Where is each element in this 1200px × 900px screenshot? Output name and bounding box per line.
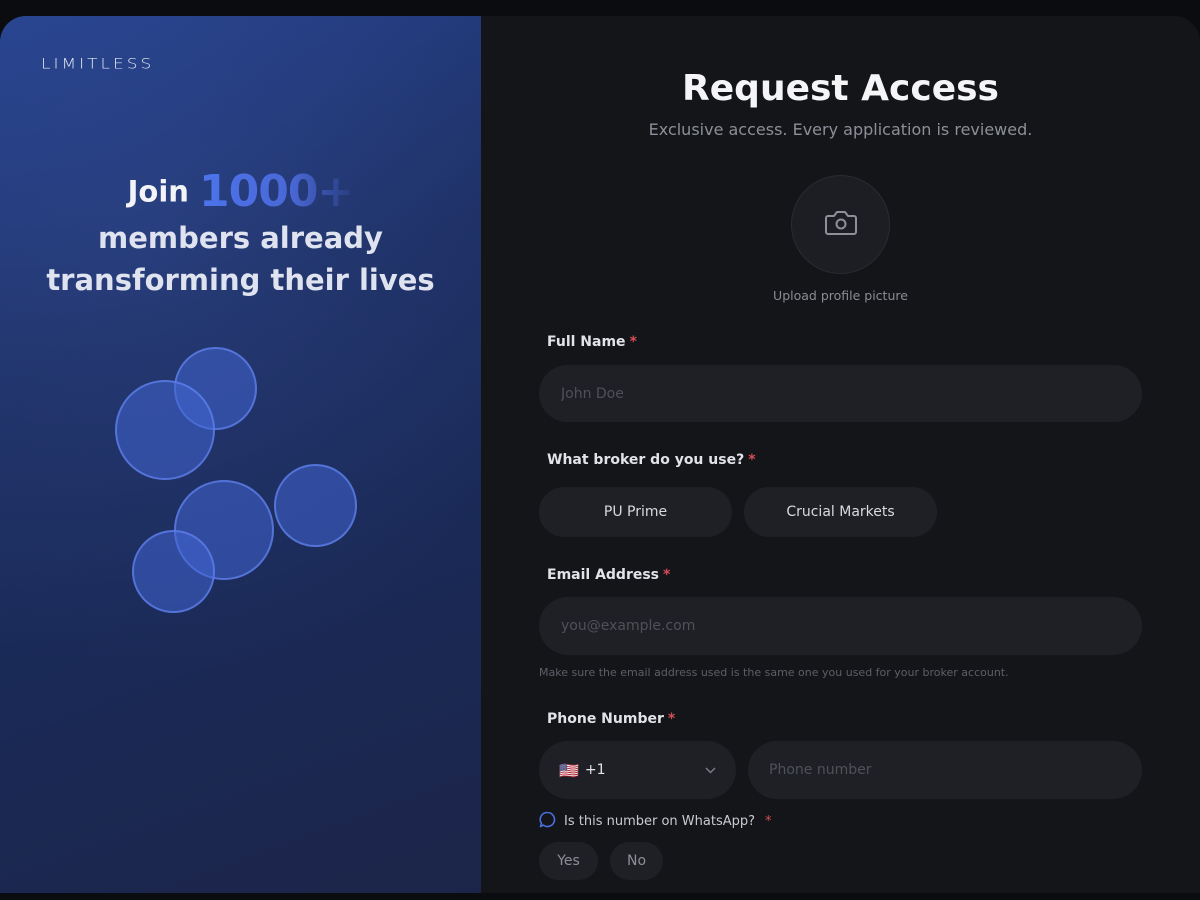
page-title: Request Access <box>682 68 999 109</box>
avatar-caption: Upload profile picture <box>773 288 908 303</box>
email-input[interactable] <box>539 597 1142 655</box>
full-name-label: Full Name * <box>547 334 637 350</box>
hero-line-3: transforming their lives <box>46 263 435 297</box>
app-frame: LIMITLESS Join 1000+ members already tra… <box>0 16 1200 893</box>
full-name-label-text: Full Name <box>547 334 626 350</box>
hero-line-1: Join 1000+ <box>0 166 481 217</box>
email-label-text: Email Address <box>547 567 660 583</box>
broker-option-pu-prime[interactable]: PU Prime <box>539 487 732 537</box>
decorative-bubble <box>132 530 215 613</box>
whatsapp-question: Is this number on WhatsApp? * <box>539 811 772 832</box>
broker-label-text: What broker do you use? <box>547 452 745 468</box>
required-marker: * <box>765 814 772 829</box>
avatar-upload-button[interactable] <box>791 175 890 274</box>
broker-label: What broker do you use? * <box>547 452 756 468</box>
country-code-select[interactable]: 🇺🇸 +1 <box>539 741 736 799</box>
broker-option-crucial-markets[interactable]: Crucial Markets <box>744 487 937 537</box>
whatsapp-no-button[interactable]: No <box>610 842 663 880</box>
phone-number-input[interactable] <box>748 741 1142 799</box>
email-hint: Make sure the email address used is the … <box>539 666 1009 679</box>
member-count: 1000+ <box>199 166 354 217</box>
hero-text: Join 1000+ members already transforming … <box>0 166 481 301</box>
required-marker: * <box>629 334 637 350</box>
whatsapp-yes-button[interactable]: Yes <box>539 842 598 880</box>
chevron-down-icon <box>705 764 716 777</box>
phone-label: Phone Number * <box>547 711 675 727</box>
brand-logo: LIMITLESS <box>41 55 155 73</box>
request-access-form: Request Access Exclusive access. Every a… <box>481 16 1200 893</box>
country-code-value: +1 <box>584 762 606 778</box>
us-flag-icon: 🇺🇸 <box>559 760 579 780</box>
hero-join: Join <box>127 174 189 209</box>
full-name-input[interactable] <box>539 365 1142 422</box>
decorative-bubble <box>115 380 215 480</box>
whatsapp-question-text: Is this number on WhatsApp? <box>564 814 756 829</box>
camera-icon <box>824 208 858 242</box>
required-marker: * <box>748 452 756 468</box>
required-marker: * <box>667 711 676 727</box>
phone-label-text: Phone Number <box>547 711 664 727</box>
decorative-bubble <box>274 464 357 547</box>
required-marker: * <box>663 567 671 583</box>
chat-bubble-icon <box>539 811 556 832</box>
promo-panel: LIMITLESS Join 1000+ members already tra… <box>0 16 481 893</box>
email-label: Email Address * <box>547 567 670 583</box>
hero-line-2: members already <box>98 221 383 255</box>
page-subtitle: Exclusive access. Every application is r… <box>648 120 1033 139</box>
